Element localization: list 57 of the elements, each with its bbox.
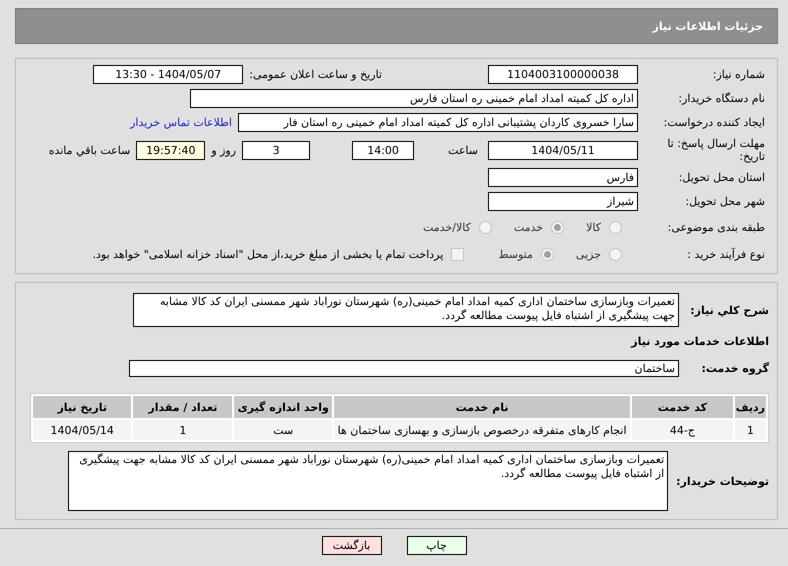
deadline-date-field: 1404/05/11 (488, 140, 638, 160)
field-label: استان محل تحویل: (678, 171, 766, 184)
field-label: شهر محل تحویل: (684, 195, 766, 208)
contact-link[interactable]: اطلاعات تماس خریدار (130, 116, 232, 129)
checkbox[interactable] (451, 248, 464, 260)
field-label: تاریخ و ساعت اعلان عمومی: (249, 68, 382, 81)
print-button[interactable]: چاپ (406, 536, 466, 555)
field-label: توضیحات خریدار: (676, 474, 769, 488)
radio-button[interactable] (540, 248, 554, 260)
page-title: جزئیات اطلاعات نیاز (652, 20, 763, 32)
table-cell: ست (234, 420, 332, 440)
deadline-time-field: 14:00 (352, 140, 414, 160)
field-label: ساعت (448, 144, 478, 156)
field-label: روز و (211, 144, 236, 156)
field-label: گروه خدمت: (700, 362, 769, 375)
column-header: تعداد / مقدار (133, 396, 232, 418)
back-button[interactable]: بازگشت (322, 536, 382, 555)
column-header: نام خدمت (334, 396, 630, 418)
remaining-time-field: 19:57:40 (136, 140, 206, 160)
radio-label: متوسط (498, 248, 533, 260)
table-cell: 1 (734, 420, 766, 440)
table-cell: 1 (133, 420, 232, 440)
radio-button[interactable] (609, 220, 622, 234)
buyer-field: اداره کل کمیته امداد امام خمینی ره استان فارس (190, 89, 638, 108)
need-number-field: 1104003100000038 (488, 65, 638, 84)
field-label: ساعت باقي مانده (48, 144, 130, 156)
days-field: 3 (242, 140, 310, 160)
field-label: ایجاد کننده درخواست: (662, 116, 766, 129)
announce-date-field: 1404/05/07 - 13:30 (93, 65, 244, 84)
radio-button[interactable] (551, 220, 564, 234)
radio-label: کالا/خدمت (423, 220, 471, 234)
section-title: اطلاعات خدمات مورد نیاز (630, 335, 769, 348)
checkbox-label: پرداخت تمام یا بخشی از مبلغ خرید،از محل "اسناد خزانه اسلامی" خواهد بود. (92, 248, 444, 260)
field-label: طبقه بندی موضوعی: (666, 220, 766, 234)
radio-button[interactable] (478, 220, 492, 234)
radio-label: جزیی (576, 248, 601, 260)
province-field: فارس (488, 168, 638, 187)
field-label: شماره نیاز: (712, 68, 766, 81)
field-label: نام دستگاه خریدار: (677, 92, 766, 105)
radio-label: خدمت (514, 220, 544, 234)
city-field: شیراز (488, 192, 638, 211)
description-field: تعمیرات وبازسازی ساختمان اداری کمیه امداد امام خمینی(ره) شهرستان نوراباد شهر ممسنی ایران کد کالا مشابه جهت پیشگیری از اشتباه فایل پیوست مطالعه گردد. (133, 293, 679, 327)
buyer-notes-field: تعمیرات وبازسازی ساختمان اداری کمیه امداد امام خمینی(ره) شهرستان نوراباد شهر ممسنی ایران کد کالا مشابه جهت پیشگیری از اشتباه فایل پیوست مطالعه گردد. (68, 451, 668, 511)
column-header: تاریخ نیاز (33, 396, 132, 418)
field-label: نوع فرآیند خرید : (686, 248, 766, 260)
table-cell: انجام کارهای متفرقه درخصوص بازسازی و بهسازی ساختمان ها (334, 420, 630, 440)
column-header: ردیف (734, 396, 766, 418)
table-cell: 1404/05/14 (33, 420, 132, 440)
table-cell: ج-44 (632, 420, 733, 440)
field-label: مهلت ارسال پاسخ: تا تاریخ: (666, 137, 766, 163)
radio-button[interactable] (609, 248, 622, 260)
service-group-field: ساختمان (129, 360, 679, 377)
column-header: واحد اندازه گیری (234, 396, 332, 418)
field-label: شرح کلي نياز: (689, 304, 769, 316)
radio-label: کالا (586, 220, 601, 234)
requester-field: سارا خسروی کاردان پشتیبانی اداره کل کمیته امداد امام خمینی ره استان فار (238, 113, 638, 132)
column-header: کد خدمت (632, 396, 733, 418)
